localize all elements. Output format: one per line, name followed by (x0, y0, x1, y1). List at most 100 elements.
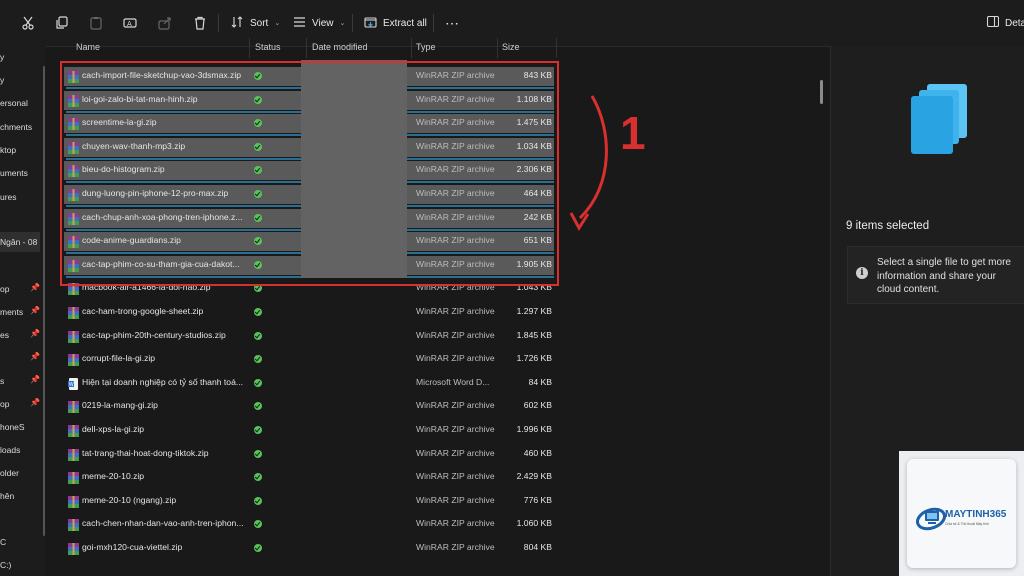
file-name: Hiện tại doanh nghiệp có tỷ số thanh toá… (82, 376, 244, 387)
column-divider[interactable] (249, 38, 250, 58)
nav-item[interactable]: ktop (0, 145, 16, 155)
file-size: 776 KB (523, 494, 552, 505)
nav-item[interactable]: ures (0, 192, 17, 202)
sync-status-icon (254, 496, 262, 505)
nav-item[interactable]: loads (0, 445, 20, 455)
sync-status-icon (254, 355, 262, 364)
sync-status-icon (254, 308, 262, 316)
share-icon[interactable] (156, 14, 174, 32)
watermark-logo: MAYTINH365 Chia sẻ & Thủ thuật Máy tính (899, 451, 1024, 576)
pin-icon: 📌 (30, 398, 40, 407)
nav-item-selected[interactable]: Ngân - 08 (0, 237, 37, 247)
pin-icon: 📌 (30, 306, 40, 315)
nav-item[interactable]: y (0, 75, 4, 85)
table-row[interactable]: corrupt-file-la-gi.zip WinRAR ZIP archive… (64, 350, 554, 369)
column-header-name[interactable]: Name (76, 42, 100, 52)
column-header-type[interactable]: Type (416, 42, 436, 52)
sort-button[interactable]: Sort ⌄ (231, 12, 280, 34)
nav-item[interactable]: es (0, 330, 9, 340)
sync-status-icon (254, 402, 262, 411)
nav-scrollbar[interactable] (43, 66, 45, 536)
command-bar: A Sort ⌄ View ⌄ Extract all ⋯ Details (0, 0, 1024, 47)
extract-all-label: Extract all (383, 17, 427, 29)
nav-item[interactable]: chments (0, 122, 32, 132)
delete-icon[interactable] (191, 14, 209, 32)
table-row[interactable]: goi-mxh120-cua-viettel.zip WinRAR ZIP arc… (64, 539, 554, 558)
column-divider[interactable] (556, 38, 557, 58)
table-row[interactable]: cach-chen-nhan-dan-vao-anh-tren-iphon...… (64, 515, 554, 534)
info-card: i Select a single file to get more infor… (847, 246, 1024, 304)
pin-icon: 📌 (30, 352, 40, 361)
table-row[interactable]: 0219-la-mang-gi.zip WinRAR ZIP archive 602… (64, 397, 554, 416)
table-row[interactable]: meme-20-10.zip WinRAR ZIP archive 2.429 KB (64, 468, 554, 487)
extract-icon (364, 16, 377, 31)
file-name: tat-trang-thai-hoat-dong-tiktok.zip (82, 447, 209, 458)
sync-status-icon (254, 426, 262, 434)
details-pane-label: Details (1005, 17, 1024, 29)
column-header-date-modified[interactable]: Date modified (312, 42, 368, 52)
nav-item[interactable]: ments (0, 307, 23, 317)
selected-count: 9 items selected (846, 220, 930, 232)
sort-label: Sort (250, 17, 269, 29)
table-row[interactable]: W Hiện tại doanh nghiệp có tỷ số thanh to… (64, 374, 554, 393)
file-size: 460 KB (523, 447, 552, 458)
extract-all-button[interactable]: Extract all (364, 12, 427, 34)
details-pane-button[interactable]: Details (986, 12, 1024, 34)
table-row[interactable]: cac-ham-trong-google-sheet.zip WinRAR ZIP… (64, 303, 554, 322)
nav-item[interactable]: s (0, 376, 4, 386)
nav-item[interactable]: uments (0, 168, 28, 178)
nav-item[interactable]: ersonal (0, 98, 28, 108)
table-row[interactable]: meme-20-10 (ngang).zip WinRAR ZIP archive… (64, 492, 554, 511)
more-options-icon[interactable]: ⋯ (445, 12, 460, 34)
pin-icon: 📌 (30, 375, 40, 384)
file-list-scrollbar[interactable] (820, 80, 823, 104)
copy-icon[interactable] (53, 14, 71, 32)
cut-icon[interactable] (19, 14, 37, 32)
nav-item[interactable]: older (0, 468, 19, 478)
sync-status-icon (254, 378, 262, 387)
file-type: WinRAR ZIP archive (416, 424, 495, 434)
file-name: cach-chen-nhan-dan-vao-anh-tren-iphon... (82, 518, 244, 529)
view-label: View (312, 17, 334, 29)
sort-icon (231, 15, 244, 31)
column-header-size[interactable]: Size (502, 42, 520, 52)
file-type: Microsoft Word D... (416, 376, 490, 387)
file-size: 602 KB (523, 400, 552, 411)
toolbar-divider (352, 14, 353, 32)
nav-item[interactable]: op (0, 399, 9, 409)
nav-item[interactable]: hên (0, 491, 14, 501)
nav-item[interactable]: C:) (0, 560, 11, 570)
table-row[interactable]: dell-xps-la-gi.zip WinRAR ZIP archive 1.99… (64, 421, 554, 440)
svg-text:A: A (127, 20, 132, 28)
file-type: WinRAR ZIP archive (416, 306, 495, 316)
toolbar-divider (433, 14, 434, 32)
file-type: WinRAR ZIP archive (416, 518, 495, 529)
table-row[interactable]: cac-tap-phim-20th-century-studios.zip Win… (64, 327, 554, 346)
file-size: 84 KB (528, 376, 552, 387)
file-type: WinRAR ZIP archive (416, 471, 495, 482)
winrar-archive-icon (68, 448, 79, 461)
nav-item[interactable]: y (0, 52, 4, 62)
column-divider[interactable] (306, 38, 307, 58)
table-row[interactable]: tat-trang-thai-hoat-dong-tiktok.zip WinRA… (64, 445, 554, 464)
file-type: WinRAR ZIP archive (416, 400, 495, 411)
view-icon (293, 16, 306, 31)
rename-icon[interactable]: A (121, 14, 139, 32)
nav-item[interactable]: honeS (0, 422, 25, 432)
word-document-icon: W (68, 377, 79, 390)
winrar-archive-icon (68, 542, 79, 555)
file-name: goi-mxh120-cua-viettel.zip (82, 542, 183, 552)
logo-card: MAYTINH365 Chia sẻ & Thủ thuật Máy tính (907, 459, 1016, 568)
chevron-down-icon: ⌄ (339, 20, 346, 27)
file-name: cac-ham-trong-google-sheet.zip (82, 306, 204, 316)
winrar-archive-icon (68, 330, 79, 343)
column-divider[interactable] (497, 38, 498, 58)
nav-item[interactable]: C (0, 537, 6, 547)
info-text: Select a single file to get more informa… (877, 257, 1011, 295)
view-button[interactable]: View ⌄ (293, 12, 345, 34)
column-header-status[interactable]: Status (255, 42, 281, 52)
paste-icon[interactable] (87, 14, 105, 32)
nav-item[interactable]: op (0, 284, 9, 294)
file-size: 804 KB (523, 542, 552, 552)
column-divider[interactable] (411, 38, 412, 58)
